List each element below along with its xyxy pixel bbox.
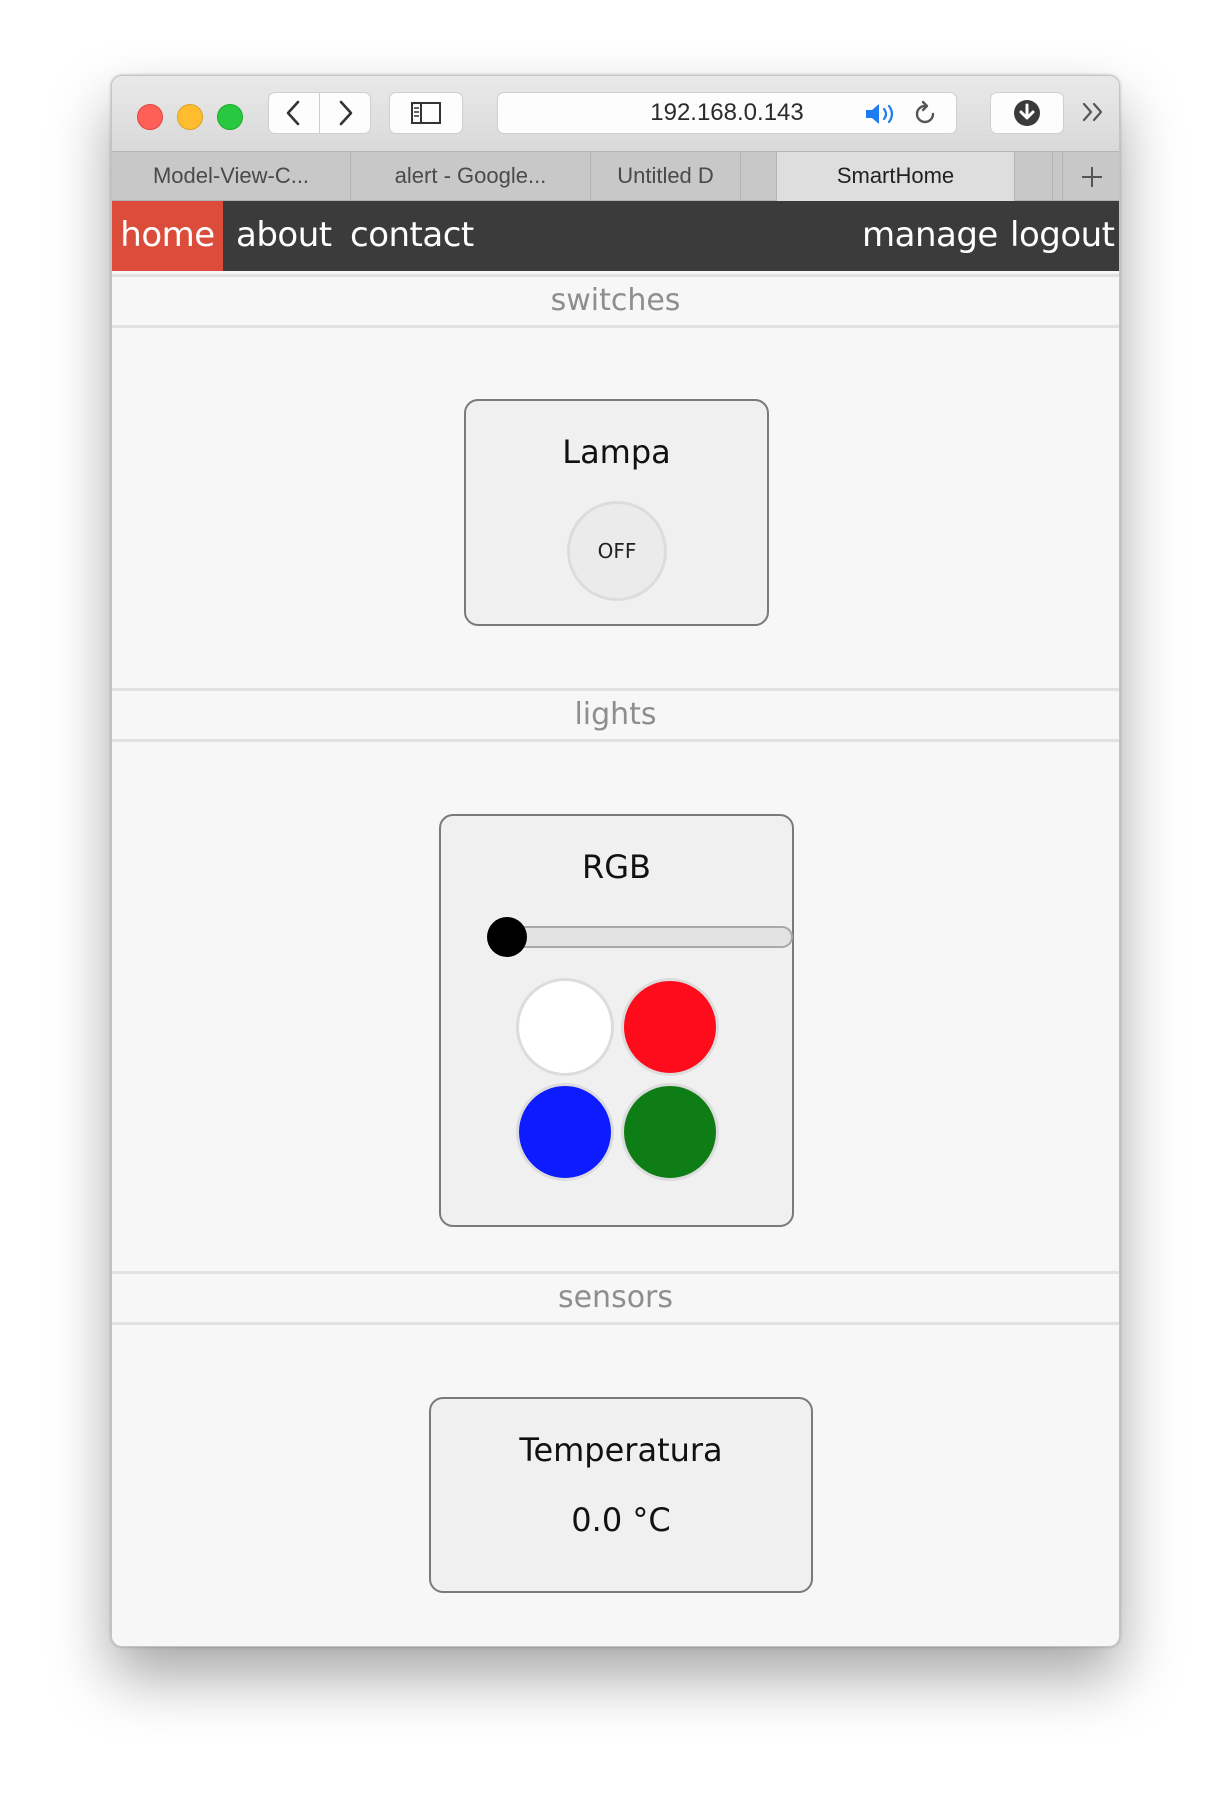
site-navbar: home about contact manage logout [112,201,1119,271]
forward-button[interactable] [319,92,371,134]
speaker-icon[interactable] [864,102,900,126]
nav-about-link[interactable]: about [236,201,332,271]
nav-logout-link[interactable]: logout [1010,201,1115,271]
reload-icon[interactable] [911,100,939,128]
zoom-icon[interactable] [217,104,243,130]
light-card-rgb: RGB [439,814,794,1227]
chevron-right-icon [339,100,353,126]
sidebar-icon [411,102,441,124]
nav-manage-link[interactable]: manage [862,201,998,271]
color-swatch-white[interactable] [516,978,614,1076]
section-header-sensors: sensors [112,1271,1119,1325]
plus-icon [1081,166,1102,187]
double-chevron-icon[interactable] [1080,100,1106,124]
sensor-card-temperatura: Temperatura 0.0 °C [429,1397,813,1593]
nav-home-link[interactable]: home [112,201,223,271]
switch-name: Lampa [562,433,671,471]
browser-window: 192.168.0.143 Model-View-C... alert - Go… [111,75,1120,1647]
sensor-reading: 0.0 °C [571,1501,671,1539]
section-header-switches: switches [112,274,1119,328]
tab-smarthome[interactable]: SmartHome [776,152,1015,201]
tab-untitled[interactable]: Untitled D [591,152,741,201]
tab-strip: Model-View-C... alert - Google... Untitl… [112,151,1119,201]
light-name: RGB [582,848,651,886]
sensor-name: Temperatura [519,1431,723,1469]
download-button[interactable] [990,92,1064,134]
switch-toggle-button[interactable]: OFF [567,501,667,601]
close-icon[interactable] [137,104,163,130]
new-tab-button[interactable] [1062,152,1119,201]
switch-card-lampa: Lampa OFF [464,399,769,626]
color-swatch-green[interactable] [621,1083,719,1181]
sidebar-button[interactable] [389,92,463,134]
nav-contact-link[interactable]: contact [350,201,474,271]
color-swatch-red[interactable] [621,978,719,1076]
section-header-lights: lights [112,688,1119,742]
address-bar[interactable]: 192.168.0.143 [497,92,957,134]
tab-model-view-controller[interactable]: Model-View-C... [112,152,351,201]
download-icon [1014,100,1040,126]
tab-alert-google[interactable]: alert - Google... [351,152,591,201]
back-button[interactable] [268,92,320,134]
minimize-icon[interactable] [177,104,203,130]
tab-spacer [741,152,776,201]
chevron-left-icon [286,100,300,126]
tab-overflow[interactable] [1015,152,1053,201]
browser-toolbar: 192.168.0.143 [112,76,1119,151]
brightness-slider[interactable] [487,917,793,957]
brightness-slider-thumb[interactable] [487,917,527,957]
color-swatch-blue[interactable] [516,1083,614,1181]
